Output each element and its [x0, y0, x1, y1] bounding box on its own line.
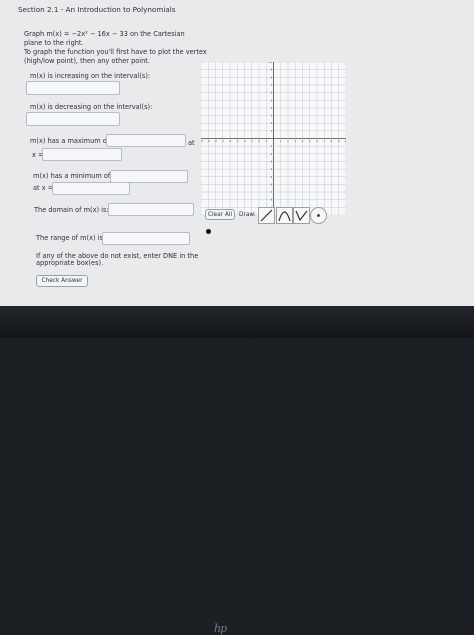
min-x-input[interactable] [52, 182, 130, 195]
range-label: The range of m(x) is: [36, 234, 106, 242]
x-tick-label: 10 [344, 139, 346, 143]
problem-line-4: (high/low point), then any other point. [24, 57, 150, 65]
x-tick-label: -8 [214, 139, 217, 143]
y-tick-label: -2 [270, 152, 273, 156]
dne-note-2: appropriate box(es). [36, 259, 104, 267]
cartesian-grid[interactable]: -10-9-8-7-6-5-4-3-2-11234567891010987654… [201, 62, 346, 215]
x-tick-label: -1 [265, 139, 268, 143]
y-tick-label: 10 [269, 62, 273, 64]
x-tick-label: -7 [221, 139, 224, 143]
increasing-input[interactable] [26, 81, 120, 95]
maximum-input[interactable] [106, 134, 186, 147]
min-x-label: at x = [33, 184, 54, 192]
y-tick-label: -1 [270, 144, 273, 148]
x-tick-label: -6 [229, 139, 232, 143]
clear-all-button[interactable]: Clear All [205, 209, 235, 220]
problem-line-3: To graph the function you'll first have … [24, 48, 207, 56]
problem-line-2: plane to the right. [24, 39, 84, 47]
check-curve-icon[interactable] [293, 207, 310, 224]
decreasing-input[interactable] [26, 112, 120, 126]
problem-line-1: Graph m(x) = −2x² − 16x − 33 on the Cart… [24, 30, 185, 38]
parabola-icon[interactable] [276, 207, 293, 224]
point-marker [206, 229, 211, 234]
maximum-label: m(x) has a maximum of [30, 137, 110, 145]
screen: Section 2.1 - An Introduction to Polynom… [0, 0, 474, 306]
x-tick-label: -2 [258, 139, 261, 143]
x-tick-label: -10 [201, 139, 203, 143]
x-tick-label: -5 [236, 139, 239, 143]
y-tick-label: -8 [270, 198, 273, 202]
domain-label: The domain of m(x) is: [34, 206, 109, 214]
draw-label: Draw: [239, 212, 256, 218]
y-tick-label: -3 [270, 159, 273, 163]
check-answer-button[interactable]: Check Answer [36, 275, 88, 287]
laptop-bezel: hp [0, 306, 474, 635]
at-label: at [188, 139, 195, 147]
y-tick-label: -6 [270, 182, 273, 186]
y-tick-label: -7 [270, 190, 273, 194]
x-tick-label: -9 [207, 139, 210, 143]
decreasing-label: m(x) is decreasing on the interval(s): [30, 103, 153, 111]
y-tick-label: -4 [270, 167, 273, 171]
x-tick-label: -3 [250, 139, 253, 143]
domain-input[interactable] [108, 203, 194, 216]
hp-logo: hp [214, 622, 227, 635]
y-tick-label: -5 [270, 175, 273, 179]
line-icon[interactable] [258, 207, 275, 224]
x-tick-label: -4 [243, 139, 246, 143]
range-input[interactable] [102, 232, 190, 245]
point-icon[interactable] [310, 207, 327, 224]
increasing-label: m(x) is increasing on the interval(s): [30, 72, 151, 80]
section-title: Section 2.1 - An Introduction to Polynom… [18, 5, 176, 14]
max-x-input[interactable] [42, 148, 122, 161]
minimum-label: m(x) has a minimum of [33, 172, 111, 180]
